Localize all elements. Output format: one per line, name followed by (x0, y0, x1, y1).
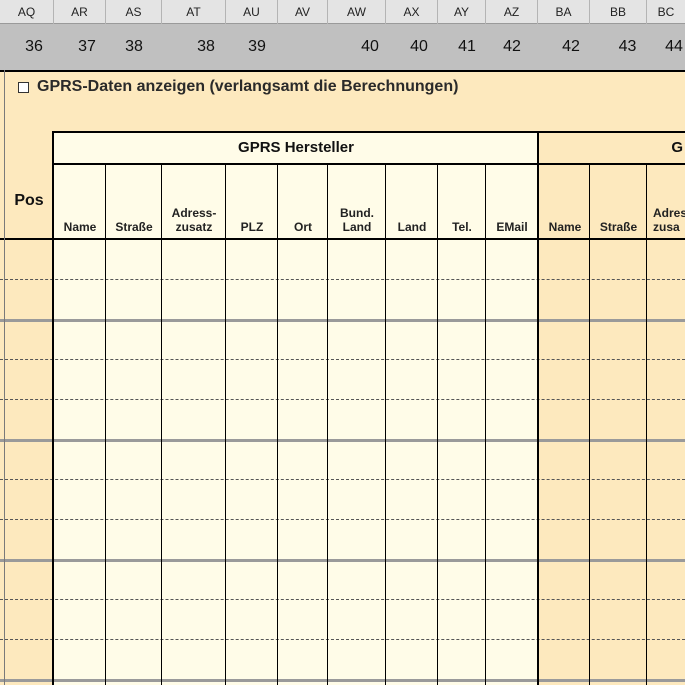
row-number-cell: 38 (197, 38, 215, 55)
field-label: Straße (115, 220, 153, 234)
field-label: Adress zusa (653, 206, 685, 234)
group-title-hersteller: GPRS Hersteller (238, 139, 354, 156)
pos-header-cell: Pos (6, 164, 52, 240)
group-header-second: G (540, 132, 685, 164)
field-header-adresszusatz: Adress- zusatz (162, 164, 226, 240)
field-label: Ort (294, 220, 312, 234)
field-label: Land (397, 220, 427, 234)
data-grid-second[interactable] (540, 240, 685, 685)
gprs-checkbox[interactable] (18, 81, 29, 93)
row-number-cell: 37 (78, 38, 96, 55)
row-group-divider (0, 439, 685, 442)
group-header-hersteller: GPRS Hersteller (54, 132, 538, 164)
row-number-cell: 40 (410, 38, 428, 55)
field-label: Name (63, 220, 97, 234)
field-label: Bund. Land (340, 206, 374, 234)
group-header-bottom-border (52, 163, 685, 165)
field-label: Straße (599, 220, 638, 234)
row-divider (0, 519, 685, 520)
row-number-cell: 39 (248, 38, 266, 55)
field-label: EMail (496, 220, 528, 234)
column-header-az[interactable]: AZ (486, 0, 538, 24)
sheet-left-border (4, 70, 5, 685)
row-number-cell: 44 (665, 38, 683, 55)
row-number-cell: 41 (458, 38, 476, 55)
column-header-aw[interactable]: AW (328, 0, 386, 24)
field-header-email: EMail (486, 164, 538, 240)
field-header-name: Name (54, 164, 106, 240)
row-divider (0, 359, 685, 360)
row-group-divider (0, 319, 685, 322)
field-header-tel: Tel. (438, 164, 486, 240)
row-number-cell: 36 (25, 38, 43, 55)
row-number-cell: 40 (361, 38, 379, 55)
row-numbers-bar: 36 37 38 38 39 40 40 41 42 42 43 44 (0, 24, 685, 70)
row-number-cell: 38 (125, 38, 143, 55)
pos-label: Pos (14, 192, 44, 209)
field-header-strasse: Straße (106, 164, 162, 240)
field-label: Name (548, 220, 582, 234)
column-header-at[interactable]: AT (162, 0, 226, 24)
pos-column-right-border (52, 131, 54, 685)
column-header-ar[interactable]: AR (54, 0, 106, 24)
column-divider (485, 164, 486, 685)
group-divider (537, 131, 539, 685)
column-divider (327, 164, 328, 685)
row-divider (0, 279, 685, 280)
row-number-cell: 42 (562, 38, 580, 55)
column-divider (646, 164, 647, 685)
field-header-bottom-border (0, 238, 685, 240)
field-header-land: Land (386, 164, 438, 240)
column-header-av[interactable]: AV (278, 0, 328, 24)
column-divider (225, 164, 226, 685)
sheet-top-border (0, 70, 685, 72)
column-divider (105, 164, 106, 685)
column-header-bar: AQ AR AS AT AU AV AW AX AY AZ BA BB BC (0, 0, 685, 24)
spreadsheet-area: GPRS-Daten anzeigen (verlangsamt die Ber… (0, 70, 685, 685)
gprs-checkbox-row[interactable]: GPRS-Daten anzeigen (verlangsamt die Ber… (18, 78, 458, 96)
column-header-ba[interactable]: BA (538, 0, 590, 24)
row-divider (0, 599, 685, 600)
data-grid-hersteller[interactable] (54, 240, 538, 685)
column-header-as[interactable]: AS (106, 0, 162, 24)
field-label: Adress- zusatz (171, 206, 217, 234)
group-title-second: G (671, 139, 683, 156)
row-number-cell (278, 24, 328, 70)
field-header-name-2: Name (540, 164, 590, 240)
row-group-divider (0, 679, 685, 682)
field-header-plz: PLZ (226, 164, 278, 240)
field-label: PLZ (240, 220, 264, 234)
pos-column (6, 240, 52, 685)
column-divider (385, 164, 386, 685)
row-number-cell: 43 (618, 38, 637, 55)
column-header-bc[interactable]: BC (647, 0, 685, 24)
row-number-cell: 42 (503, 38, 521, 55)
row-divider (0, 479, 685, 480)
field-header-ort: Ort (278, 164, 328, 240)
column-header-aq[interactable]: AQ (0, 0, 54, 24)
column-divider (277, 164, 278, 685)
row-divider (0, 399, 685, 400)
gprs-checkbox-label: GPRS-Daten anzeigen (verlangsamt die Ber… (37, 78, 459, 95)
column-header-au[interactable]: AU (226, 0, 278, 24)
row-divider (0, 639, 685, 640)
field-header-bundland: Bund. Land (328, 164, 386, 240)
column-divider (589, 164, 590, 685)
column-header-bb[interactable]: BB (590, 0, 647, 24)
row-group-divider (0, 559, 685, 562)
column-header-ax[interactable]: AX (386, 0, 438, 24)
column-header-ay[interactable]: AY (438, 0, 486, 24)
group-header-top-border (52, 131, 685, 133)
column-divider (161, 164, 162, 685)
field-header-adresszusatz-2: Adress zusa (647, 164, 685, 240)
field-header-strasse-2: Straße (590, 164, 647, 240)
field-label: Tel. (452, 220, 472, 234)
column-divider (437, 164, 438, 685)
